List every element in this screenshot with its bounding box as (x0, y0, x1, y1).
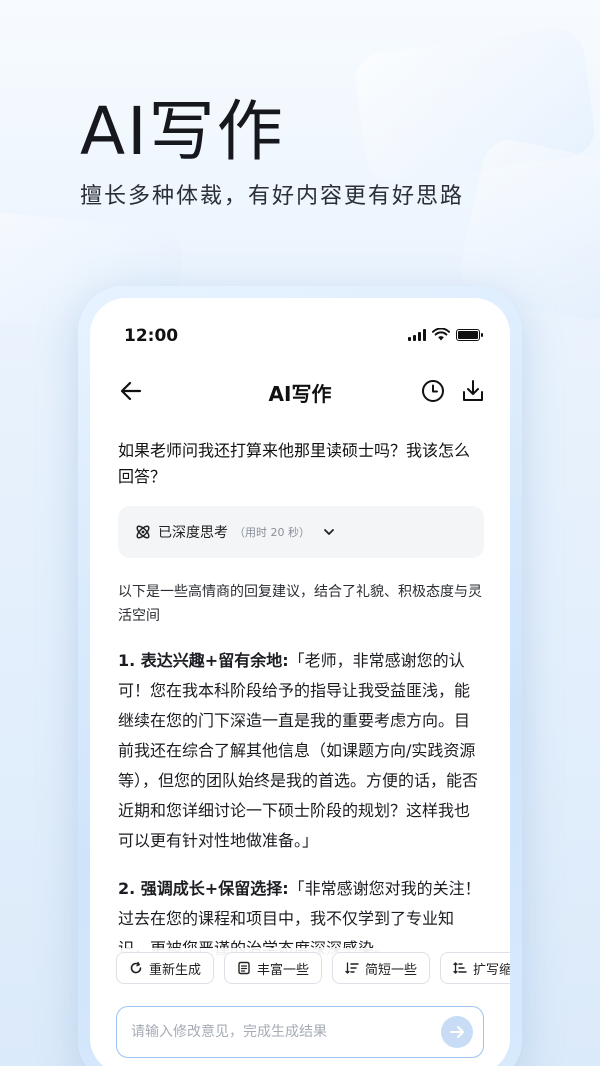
deep-think-label: 已深度思考 (158, 525, 228, 541)
chat-content: 如果老师问我还打算来他那里读硕士吗？我该怎么回答？ 已深度思考 （用时 20 秒… (118, 438, 484, 964)
shorten-icon (345, 962, 359, 974)
phone-screen: 12:00 AI写作 如果老师问我还打算来他那里读硕士吗？我该怎么回答？ 已深度… (90, 298, 510, 1066)
answer-item-heading: 1. 表达兴趣+留有余地: (118, 651, 289, 670)
wifi-icon (432, 328, 450, 341)
deep-think-duration: （用时 20 秒） (234, 526, 310, 539)
page-title: AI写作 (268, 382, 332, 406)
shorten-label: 简短一些 (365, 962, 418, 978)
revision-input[interactable] (131, 1024, 421, 1040)
regenerate-button[interactable]: 重新生成 (116, 952, 215, 984)
phone-frame: 12:00 AI写作 如果老师问我还打算来他那里读硕士吗？我该怎么回答？ 已深度… (78, 286, 522, 1066)
status-time: 12:00 (124, 326, 179, 346)
user-question: 如果老师问我还打算来他那里读硕士吗？我该怎么回答？ (118, 441, 471, 486)
history-clock-icon[interactable] (420, 378, 446, 404)
expand-icon (453, 962, 467, 974)
revision-input-box (116, 1006, 484, 1058)
expand-button[interactable]: 扩写缩 (440, 952, 510, 984)
answer-item-body: 「老师，非常感谢您的认可！您在我本科阶段给予的指导让我受益匪浅，能继续在您的门下… (118, 651, 479, 850)
enrich-icon (238, 961, 250, 975)
answer-item-heading: 2. 强调成长+保留选择: (118, 879, 289, 898)
enrich-label: 丰富一些 (257, 962, 310, 978)
regenerate-icon (130, 961, 142, 974)
status-icons (408, 328, 483, 341)
status-bar: 12:00 (90, 298, 510, 368)
export-icon[interactable] (460, 378, 486, 404)
deep-think-icon (136, 525, 150, 539)
expand-label: 扩写缩 (473, 962, 510, 978)
nav-bar: AI写作 (90, 368, 510, 414)
hero-title: AI写作 (80, 93, 285, 170)
deep-think-toggle[interactable]: 已深度思考 （用时 20 秒） (118, 506, 484, 558)
action-chips: 重新生成 丰富一些 简短一些 扩写缩 (116, 952, 510, 984)
answer-intro: 以下是一些高情商的回复建议，结合了礼貌、积极态度与灵活空间 (118, 584, 482, 624)
answer-item: 1. 表达兴趣+留有余地:「老师，非常感谢您的认可！您在我本科阶段给予的指导让我… (118, 646, 484, 856)
shorten-button[interactable]: 简短一些 (332, 952, 431, 984)
regenerate-label: 重新生成 (149, 962, 202, 978)
bottom-toolbar: 重新生成 丰富一些 简短一些 扩写缩 请输入修改意见，完成生成结果 (90, 948, 510, 1066)
signal-icon (408, 329, 426, 341)
battery-icon (456, 329, 483, 341)
enrich-button[interactable]: 丰富一些 (224, 952, 323, 984)
send-button[interactable] (441, 1016, 473, 1048)
hero-subtitle: 擅长多种体裁，有好内容更有好思路 (80, 184, 465, 209)
chevron-down-icon (324, 529, 334, 535)
arrow-right-icon (450, 1026, 464, 1038)
